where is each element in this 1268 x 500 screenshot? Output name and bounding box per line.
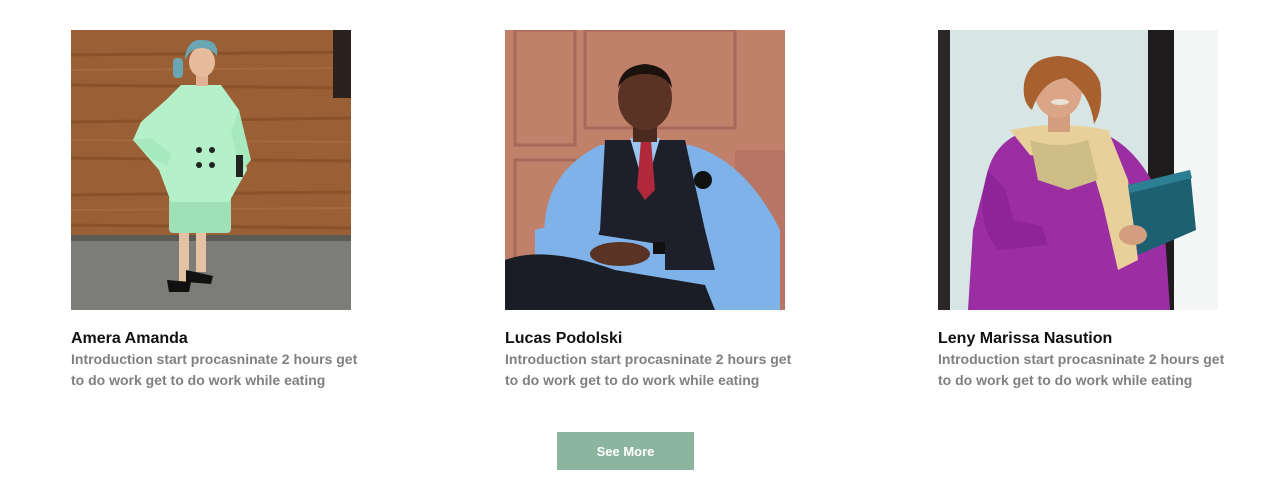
team-member-intro: Introduction start procasninate 2 hours … bbox=[505, 351, 792, 388]
team-member-photo bbox=[505, 30, 785, 310]
team-member-intro: Introduction start procasninate 2 hours … bbox=[71, 351, 358, 388]
team-member-name: Lucas Podolski bbox=[505, 330, 623, 347]
team-member-intro: Introduction start procasninate 2 hours … bbox=[938, 351, 1225, 388]
team-card: Lucas Podolski Introduction start procas… bbox=[505, 30, 805, 391]
team-member-name: Amera Amanda bbox=[71, 330, 188, 347]
team-member-photo bbox=[938, 30, 1218, 310]
photo-image bbox=[505, 30, 785, 310]
photo-image bbox=[71, 30, 351, 310]
team-member-name: Leny Marissa Nasution bbox=[938, 330, 1113, 347]
team-member-photo bbox=[71, 30, 351, 310]
team-card: Leny Marissa Nasution Introduction start… bbox=[938, 30, 1238, 391]
team-card: Amera Amanda Introduction start procasni… bbox=[71, 30, 371, 391]
see-more-button[interactable]: See More bbox=[557, 432, 694, 470]
photo-image bbox=[938, 30, 1218, 310]
